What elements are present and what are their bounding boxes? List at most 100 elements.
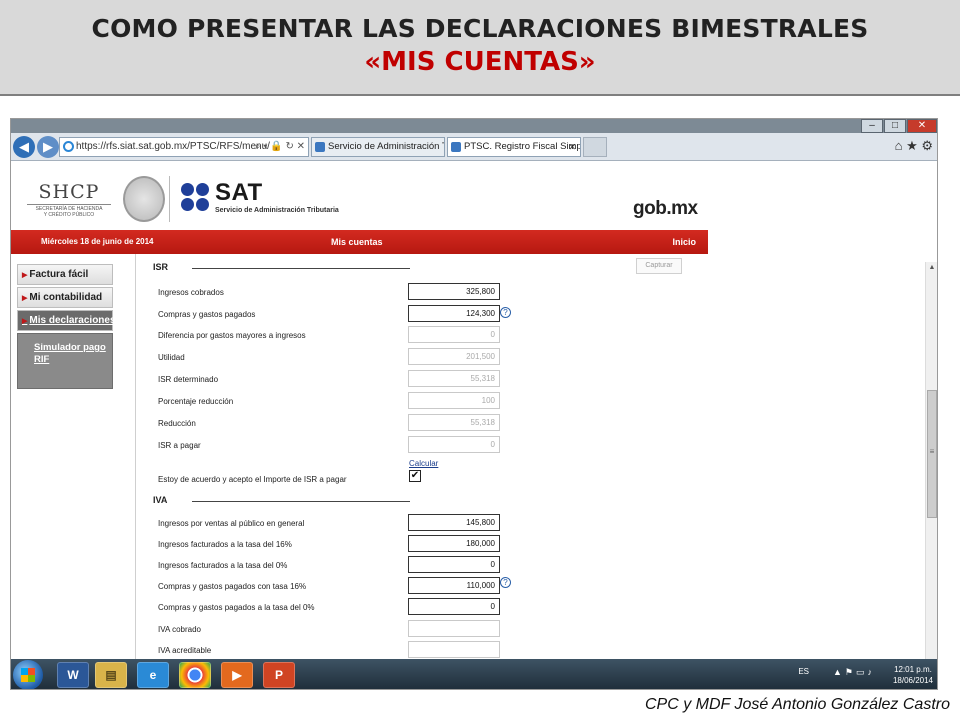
current-date: Miércoles 18 de junio de 2014 (41, 237, 154, 246)
tab-ptsc[interactable]: PTSC. Registro Fiscal Simpli... ✕ (447, 137, 581, 157)
ie-icon (63, 141, 74, 152)
field-label: ISR a pagar (158, 441, 201, 450)
arrow-right-icon: ▶ (22, 295, 28, 302)
sidebar-item-factura-facil[interactable]: ▶ Factura fácil (17, 264, 113, 285)
browser-right-icons[interactable]: ⌂ ★ ⚙ (895, 138, 933, 154)
tab-favicon-icon (315, 142, 325, 152)
compras-16-input[interactable]: 110,000 (408, 577, 500, 594)
chrome-taskbar-icon[interactable] (179, 662, 211, 688)
word-taskbar-icon[interactable]: W (57, 662, 89, 688)
sat-subtitle: Servicio de Administración Tributaria (215, 207, 339, 214)
slide-header: COMO PRESENTAR LAS DECLARACIONES BIMESTR… (0, 0, 960, 96)
sat-name: SAT (215, 179, 263, 206)
arrow-right-icon: ▶ (22, 272, 28, 279)
reduccion-field: 55,318 (408, 414, 500, 431)
iva-acreditable-field (408, 641, 500, 658)
gobmx-logo[interactable]: gob.mx (633, 198, 698, 220)
vertical-scrollbar[interactable]: ▲ ≡ (925, 262, 937, 659)
sat-logo-icon (181, 183, 211, 213)
page-viewport: SHCP SECRETARÍA DE HACIENDA Y CRÉDITO PÚ… (11, 162, 937, 659)
national-seal-icon (123, 176, 165, 222)
field-label: Ingresos facturados a la tasa del 0% (158, 561, 288, 570)
address-url: https://rfs.siat.sat.gob.mx/PTSC/RFS/men… (76, 141, 270, 152)
maximize-button[interactable]: □ (884, 119, 906, 133)
red-nav-bar: Miércoles 18 de junio de 2014 Mis cuenta… (11, 230, 708, 254)
media-player-taskbar-icon[interactable]: ▶ (221, 662, 253, 688)
windows-logo-icon (21, 668, 35, 682)
language-indicator[interactable]: ES (798, 667, 809, 676)
sidebar-subitem-simulador[interactable]: Simulador pago RIF (17, 333, 113, 389)
arrow-right-icon: ▶ (22, 318, 28, 325)
porcentaje-reduccion-field: 100 (408, 392, 500, 409)
field-label: ISR determinado (158, 375, 219, 384)
slide-footer: CPC y MDF José Antonio González Castro (644, 696, 950, 713)
home-link[interactable]: Inicio (672, 237, 696, 247)
address-bar[interactable]: https://rfs.siat.sat.gob.mx/PTSC/RFS/men… (59, 137, 309, 157)
slide-title: COMO PRESENTAR LAS DECLARACIONES BIMESTR… (91, 14, 869, 43)
tab-sat[interactable]: Servicio de Administración Tri... (311, 137, 445, 157)
new-tab-button[interactable] (583, 137, 607, 157)
field-label: Ingresos facturados a la tasa del 16% (158, 540, 292, 549)
powerpoint-taskbar-icon[interactable]: P (263, 662, 295, 688)
window-caption-bar: – □ ✕ (11, 119, 937, 133)
taskbar-clock[interactable]: 12:01 p.m. 18/06/2014 (893, 664, 933, 686)
sidebar: ▶ Factura fácil ▶ Mi contabilidad ▶ Mis dec… (17, 264, 116, 389)
field-label: Reducción (158, 419, 196, 428)
field-label: Utilidad (158, 353, 185, 362)
forward-button[interactable]: ▶ (37, 136, 59, 158)
capture-button[interactable]: Capturar (636, 258, 682, 274)
iva-cobrado-field (408, 620, 500, 637)
sidebar-item-mi-contabilidad[interactable]: ▶ Mi contabilidad (17, 287, 113, 308)
tab-favicon-icon (451, 142, 461, 152)
header-divider (169, 176, 170, 222)
back-button[interactable]: ◀ (13, 136, 35, 158)
agree-label: Estoy de acuerdo y acepto el Importe de … (158, 475, 347, 484)
sidebar-item-mis-declaraciones[interactable]: ▶ Mis declaraciones (17, 310, 116, 331)
iva-heading: IVA (153, 495, 168, 505)
declaration-form: Capturar ISR Ingresos cobrados 325,800 C… (135, 254, 707, 659)
internet-explorer-taskbar-icon[interactable]: e (137, 662, 169, 688)
isr-divider (192, 268, 410, 269)
iva-divider (192, 501, 410, 502)
field-label: Diferencia por gastos mayores a ingresos (158, 331, 306, 340)
close-window-button[interactable]: ✕ (907, 119, 937, 133)
field-label: Porcentaje reducción (158, 397, 234, 406)
ingresos-0-input[interactable]: 0 (408, 556, 500, 573)
scroll-thumb[interactable]: ≡ (927, 390, 937, 518)
system-tray-icons[interactable]: ▲⚑▭♪ (833, 667, 875, 678)
field-label: Compras y gastos pagados (158, 310, 256, 319)
start-button[interactable] (13, 660, 43, 689)
isr-determinado-field: 55,318 (408, 370, 500, 387)
calcular-link[interactable]: Calcular (409, 459, 438, 468)
utilidad-field: 201,500 (408, 348, 500, 365)
field-label: Ingresos cobrados (158, 288, 224, 297)
address-tools-icons[interactable]: ⌕ ▾ 🔒 ↻ ✕ (255, 138, 305, 156)
field-label: IVA acreditable (158, 646, 212, 655)
compras-gastos-input[interactable]: 124,300 (408, 305, 500, 322)
field-label: IVA cobrado (158, 625, 201, 634)
compras-0-input[interactable]: 0 (408, 598, 500, 615)
field-label: Compras y gastos pagados con tasa 16% (158, 582, 307, 591)
windows-taskbar: W ▤ e ▶ P ES ▲⚑▭♪ 12:01 p.m. 18/06/2014 (11, 659, 937, 689)
isr-heading: ISR (153, 262, 169, 272)
agree-checkbox[interactable]: ✔ (409, 470, 421, 482)
ventas-publico-input[interactable]: 145,800 (408, 514, 500, 531)
section-title: Mis cuentas (331, 237, 383, 247)
file-explorer-taskbar-icon[interactable]: ▤ (95, 662, 127, 688)
ingresos-cobrados-input[interactable]: 325,800 (408, 283, 500, 300)
help-icon[interactable]: ? (500, 307, 511, 318)
browser-screenshot: – □ ✕ ◀ ▶ https://rfs.siat.sat.gob.mx/PT… (10, 118, 938, 690)
shcp-logo: SHCP SECRETARÍA DE HACIENDA Y CRÉDITO PÚ… (23, 181, 115, 218)
minimize-button[interactable]: – (861, 119, 883, 133)
slide-subtitle: «MIS CUENTAS» (364, 47, 596, 77)
isr-a-pagar-field: 0 (408, 436, 500, 453)
scroll-up-icon[interactable]: ▲ (926, 264, 937, 271)
tab-label: Servicio de Administración Tri... (328, 141, 444, 152)
help-icon[interactable]: ? (500, 577, 511, 588)
field-label: Compras y gastos pagados a la tasa del 0… (158, 603, 315, 612)
ingresos-16-input[interactable]: 180,000 (408, 535, 500, 552)
browser-toolbar: ◀ ▶ https://rfs.siat.sat.gob.mx/PTSC/RFS… (11, 133, 937, 161)
tab-label: PTSC. Registro Fiscal Simpli... (464, 141, 581, 152)
close-tab-icon[interactable]: ✕ (568, 138, 576, 156)
field-label: Ingresos por ventas al público en genera… (158, 519, 305, 528)
